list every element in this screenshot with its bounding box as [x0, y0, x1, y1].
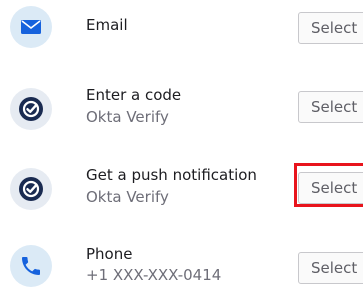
factor-title: Enter a code — [86, 86, 182, 104]
okta-verify-icon-container — [10, 168, 52, 210]
select-email-button[interactable]: Select — [298, 12, 363, 44]
factor-title: Get a push notification — [86, 166, 257, 184]
factor-subtitle: Okta Verify — [86, 108, 169, 126]
select-phone-button[interactable]: Select — [298, 252, 363, 284]
okta-verify-icon — [19, 97, 43, 121]
factor-subtitle: +1 XXX-XXX-0414 — [86, 266, 222, 284]
factor-row-enter-code: Enter a code Okta Verify Select — [0, 80, 363, 140]
okta-verify-icon — [19, 177, 43, 201]
select-enter-code-button[interactable]: Select — [298, 91, 363, 123]
phone-icon-container — [10, 245, 52, 287]
email-icon — [21, 20, 41, 34]
factor-row-email: Email Select — [0, 0, 363, 60]
phone-icon — [22, 257, 40, 275]
email-icon-container — [10, 6, 52, 48]
okta-verify-icon-container — [10, 88, 52, 130]
factor-title: Email — [86, 16, 128, 34]
factor-subtitle: Okta Verify — [86, 188, 169, 206]
highlight-box — [294, 163, 363, 207]
factor-row-phone: Phone +1 XXX-XXX-0414 Select — [0, 240, 363, 288]
factor-title: Phone — [86, 245, 133, 263]
authenticator-list: Email Select Enter a code Okta Verify Se… — [0, 0, 363, 288]
